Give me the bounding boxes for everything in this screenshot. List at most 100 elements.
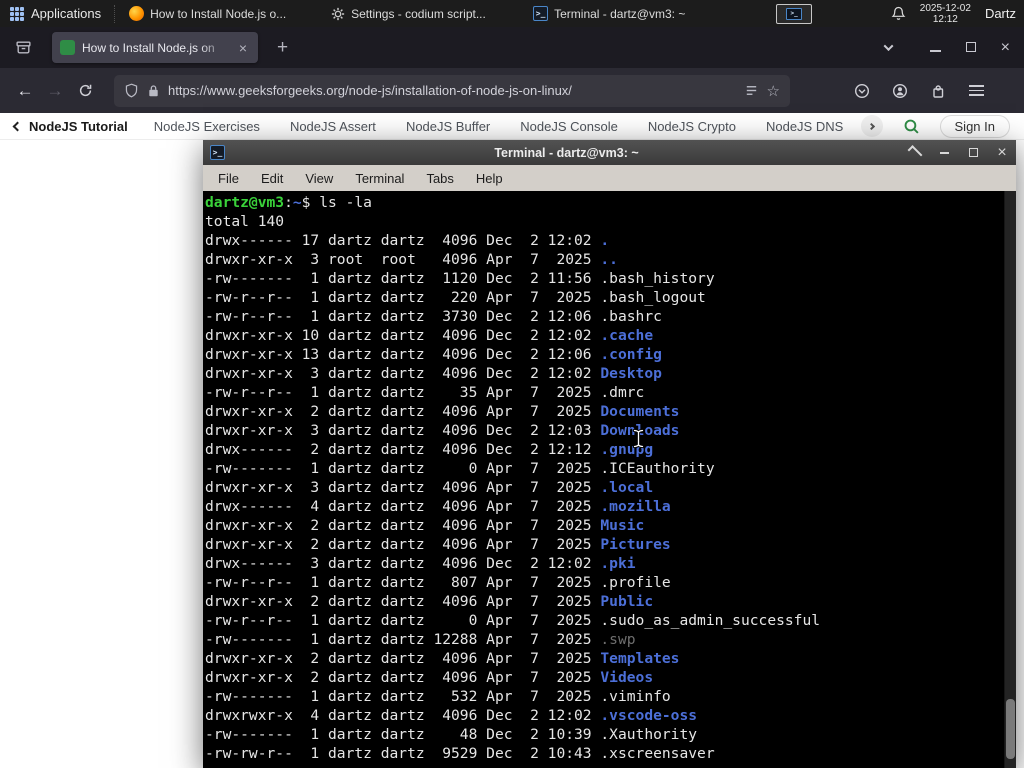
gear-icon (331, 7, 345, 20)
site-nav-link[interactable]: NodeJS Assert (290, 119, 376, 134)
terminal-line: -rw-rw-r-- 1 dartz dartz 9529 Dec 2 10:4… (205, 745, 715, 762)
terminal-line: -rw-r--r-- 1 dartz dartz 220 Apr 7 2025 … (205, 289, 706, 306)
terminal-line: drwxr-xr-x 10 dartz dartz 4096 Dec 2 12:… (205, 327, 654, 344)
browser-tab[interactable]: How to Install Node.js on × (52, 32, 258, 63)
site-nav-link[interactable]: NodeJS Crypto (648, 119, 736, 134)
menu-icon[interactable] (962, 76, 990, 106)
site-nav-link[interactable]: NodeJS DNS (766, 119, 843, 134)
site-navigation: NodeJS Tutorial NodeJS Exercises NodeJS … (0, 113, 1024, 140)
new-tab-button[interactable]: + (270, 36, 295, 59)
browser-window-controls: × (929, 39, 1024, 57)
terminal-line: -rw-r--r-- 1 dartz dartz 807 Apr 7 2025 … (205, 574, 671, 591)
taskbar-window-title: How to Install Node.js o... (150, 6, 287, 21)
terminal-minimize-button[interactable] (937, 151, 951, 154)
terminal-total-line: total 140 (205, 213, 285, 230)
firefox-icon (129, 6, 145, 21)
taskbar-status-area: 2025-12-02 12:12 Dartz (891, 3, 1024, 25)
terminal-window-icon: >_ (210, 145, 225, 160)
tracking-protection-shield-icon[interactable] (124, 83, 139, 98)
applications-menu-button[interactable]: Applications (0, 0, 111, 27)
terminal-prompt-line: dartz@vm3:~$ ls -la (205, 194, 372, 211)
terminal-output[interactable]: dartz@vm3:~$ ls -la total 140 drwx------ 1… (203, 191, 1016, 763)
terminal-icon: >_ (533, 6, 549, 21)
extensions-icon[interactable] (924, 76, 952, 106)
reload-button[interactable] (70, 76, 100, 106)
terminal-scrollbar[interactable] (1004, 191, 1016, 768)
reader-mode-icon[interactable] (744, 83, 759, 98)
browser-tab-bar: How to Install Node.js on × + × (0, 27, 1024, 68)
forward-button[interactable]: → (40, 76, 70, 106)
taskbar: Applications How to Install Node.js o...… (0, 0, 1024, 27)
terminal-window-title: Terminal - dartz@vm3: ~ (494, 145, 639, 160)
terminal-close-button[interactable]: × (995, 144, 1009, 161)
terminal-line: drwxr-xr-x 2 dartz dartz 4096 Apr 7 2025… (205, 669, 654, 686)
site-nav-next-chevron-icon[interactable] (860, 115, 883, 137)
terminal-window: >_ Terminal - dartz@vm3: ~ × File Edit V… (203, 140, 1016, 768)
terminal-line: -rw------- 1 dartz dartz 48 Dec 2 10:39 … (205, 726, 698, 743)
terminal-line: drwx------ 3 dartz dartz 4096 Dec 2 12:0… (205, 555, 636, 572)
menu-file[interactable]: File (207, 171, 250, 186)
taskbar-window-terminal[interactable]: >_ Terminal - dartz@vm3: ~ (526, 2, 724, 25)
terminal-line: drwx------ 4 dartz dartz 4096 Apr 7 2025… (205, 498, 671, 515)
site-nav-link[interactable]: NodeJS Exercises (154, 119, 260, 134)
url-bar[interactable]: https://www.geeksforgeeks.org/node-js/in… (114, 74, 790, 107)
mouse-cursor (632, 428, 645, 454)
back-button[interactable]: ← (10, 76, 40, 106)
site-nav-link[interactable]: NodeJS Buffer (406, 119, 490, 134)
terminal-line: drwx------ 17 dartz dartz 4096 Dec 2 12:… (205, 232, 610, 249)
menu-terminal[interactable]: Terminal (344, 171, 415, 186)
site-nav-link[interactable]: NodeJS Console (520, 119, 618, 134)
terminal-line: drwxr-xr-x 3 dartz dartz 4096 Apr 7 2025… (205, 479, 654, 496)
terminal-line: drwxr-xr-x 2 dartz dartz 4096 Apr 7 2025… (205, 517, 645, 534)
terminal-line: drwxr-xr-x 2 dartz dartz 4096 Apr 7 2025… (205, 403, 680, 420)
applications-grid-icon (10, 6, 24, 21)
sign-in-button[interactable]: Sign In (939, 114, 1010, 138)
window-minimize-button[interactable] (929, 39, 941, 57)
site-nav-back-chevron-icon[interactable] (12, 121, 23, 131)
firefox-view-icon[interactable] (8, 33, 38, 63)
taskbar-clock[interactable]: 2025-12-02 12:12 (920, 3, 971, 25)
site-nav-active-link[interactable]: NodeJS Tutorial (29, 119, 128, 134)
terminal-maximize-button[interactable] (966, 148, 980, 157)
list-all-tabs-chevron-icon[interactable] (883, 41, 894, 52)
clock-time: 12:12 (932, 13, 958, 25)
menu-view[interactable]: View (294, 171, 344, 186)
terminal-line: drwxr-xr-x 2 dartz dartz 4096 Apr 7 2025… (205, 593, 654, 610)
window-close-button[interactable]: × (1001, 39, 1010, 56)
lock-icon[interactable] (147, 84, 160, 98)
site-nav-right: Sign In (850, 114, 1014, 138)
taskbar-separator (114, 4, 117, 23)
terminal-line: -rw------- 1 dartz dartz 0 Apr 7 2025 .I… (205, 460, 715, 477)
terminal-line: -rw------- 1 dartz dartz 1120 Dec 2 11:5… (205, 270, 715, 287)
terminal-menu-bar: File Edit View Terminal Tabs Help (203, 165, 1016, 191)
search-icon[interactable] (903, 118, 920, 135)
menu-tabs[interactable]: Tabs (415, 171, 464, 186)
account-icon[interactable] (886, 76, 914, 106)
taskbar-window-settings[interactable]: Settings - codium script... (324, 2, 522, 25)
pocket-icon[interactable] (848, 76, 876, 106)
taskbar-user[interactable]: Dartz (985, 6, 1016, 21)
terminal-line: drwxr-xr-x 2 dartz dartz 4096 Apr 7 2025… (205, 650, 680, 667)
applications-label: Applications (31, 6, 102, 21)
workspace-window-icon: >_ (786, 7, 803, 20)
tab-close-icon[interactable]: × (236, 40, 250, 56)
taskbar-window-title: Settings - codium script... (351, 6, 486, 21)
menu-edit[interactable]: Edit (250, 171, 294, 186)
terminal-scrollbar-thumb[interactable] (1006, 699, 1015, 759)
taskbar-window-firefox[interactable]: How to Install Node.js o... (122, 2, 320, 25)
terminal-line: -rw-r--r-- 1 dartz dartz 0 Apr 7 2025 .s… (205, 612, 821, 629)
terminal-line: drwxr-xr-x 2 dartz dartz 4096 Apr 7 2025… (205, 536, 671, 553)
terminal-line: -rw------- 1 dartz dartz 532 Apr 7 2025 … (205, 688, 671, 705)
terminal-shade-button[interactable] (907, 145, 923, 160)
taskbar-window-title: Terminal - dartz@vm3: ~ (554, 6, 686, 21)
workspace-switcher[interactable]: >_ (776, 3, 813, 24)
terminal-title-bar[interactable]: >_ Terminal - dartz@vm3: ~ × (203, 140, 1016, 165)
bookmark-star-icon[interactable]: ☆ (767, 82, 780, 100)
terminal-body[interactable]: dartz@vm3:~$ ls -la total 140 drwx------ 1… (203, 191, 1016, 768)
menu-help[interactable]: Help (465, 171, 514, 186)
window-maximize-button[interactable] (965, 39, 976, 57)
notification-bell-icon[interactable] (891, 6, 906, 21)
terminal-line: drwxr-xr-x 3 dartz dartz 4096 Dec 2 12:0… (205, 365, 662, 382)
tab-title: How to Install Node.js on (82, 40, 215, 55)
terminal-line: -rw-r--r-- 1 dartz dartz 35 Apr 7 2025 .… (205, 384, 645, 401)
